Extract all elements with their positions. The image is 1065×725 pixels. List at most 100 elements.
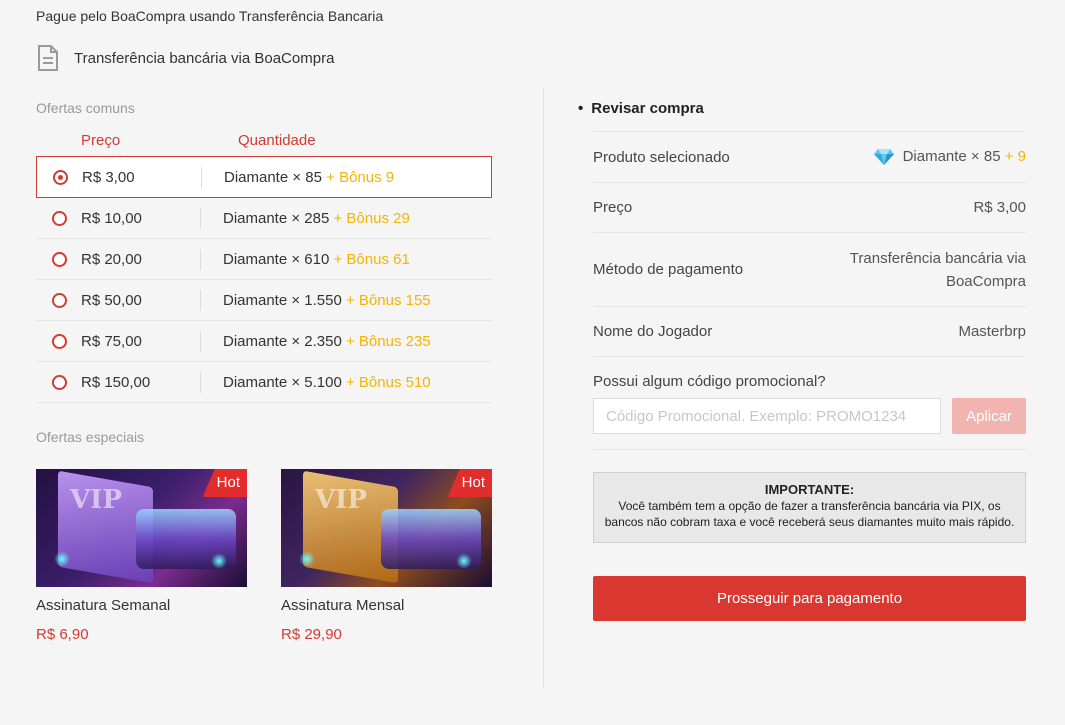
- offer-quantity: Diamante × 2.350 + Bônus 235: [223, 333, 431, 350]
- radio-unselected[interactable]: [52, 293, 67, 308]
- product-name: Diamante × 85: [902, 147, 1001, 165]
- column-divider: [200, 249, 201, 270]
- promo-controls: Aplicar: [593, 398, 1026, 434]
- offer-bonus: + Bônus 29: [333, 210, 410, 227]
- offer-bonus: + Bônus 155: [346, 292, 431, 309]
- review-rows: Produto selecionado Diamante × 85 + 9 Pr…: [593, 131, 1026, 621]
- offer-price: R$ 10,00: [81, 210, 142, 227]
- offer-diamonds: Diamante × 610: [223, 251, 330, 268]
- offer-price: R$ 3,00: [82, 169, 135, 186]
- offer-row[interactable]: R$ 20,00 Diamante × 610 + Bônus 61: [36, 239, 492, 280]
- glow-graphic: [211, 553, 227, 569]
- offer-diamonds: Diamante × 1.550: [223, 292, 342, 309]
- column-divider: [200, 290, 201, 311]
- offer-row[interactable]: R$ 75,00 Diamante × 2.350 + Bônus 235: [36, 321, 492, 362]
- promo-code-input[interactable]: [593, 398, 941, 434]
- price-label: Preço: [593, 199, 633, 216]
- offer-diamonds: Diamante × 2.350: [223, 333, 342, 350]
- vip-monthly-image[interactable]: VIP Hot: [281, 469, 492, 587]
- offer-card-weekly[interactable]: VIP Hot Assinatura Semanal R$ 6,90: [36, 469, 247, 643]
- card-price: R$ 6,90: [36, 626, 89, 643]
- offer-price: R$ 150,00: [81, 374, 151, 391]
- card-title[interactable]: Assinatura Semanal: [36, 597, 247, 614]
- common-offers-label: Ofertas comuns: [36, 100, 135, 116]
- price-value: R$ 3,00: [973, 199, 1026, 216]
- offer-quantity: Diamante × 610 + Bônus 61: [223, 251, 410, 268]
- column-divider: [201, 167, 202, 188]
- method-value: Transferência bancária via BoaCompra: [850, 247, 1026, 293]
- offer-diamonds: Diamante × 5.100: [223, 374, 342, 391]
- player-label: Nome do Jogador: [593, 323, 713, 340]
- method-value-line2: BoaCompra: [945, 272, 1026, 290]
- column-divider: [200, 208, 201, 229]
- special-offers: VIP Hot Assinatura Semanal R$ 6,90 VIP H…: [36, 469, 492, 643]
- hot-badge: Hot: [447, 469, 492, 497]
- promo-section: Possui algum código promocional? Aplicar: [593, 356, 1026, 450]
- review-title: Revisar compra: [591, 100, 704, 117]
- glow-graphic: [456, 553, 472, 569]
- product-bonus: + 9: [1004, 147, 1026, 165]
- radio-unselected[interactable]: [52, 334, 67, 349]
- offer-bonus: + Bônus 235: [346, 333, 431, 350]
- offers-panel: Ofertas comuns Preço Quantidade R$ 3,00 …: [36, 100, 492, 643]
- glow-graphic: [54, 551, 70, 567]
- glow-graphic: [299, 551, 315, 567]
- hot-badge: Hot: [202, 469, 247, 497]
- method-value-line1: Transferência bancária via: [849, 249, 1026, 267]
- offer-row[interactable]: R$ 3,00 Diamante × 85 + Bônus 9: [36, 156, 492, 198]
- product-label: Produto selecionado: [593, 148, 730, 166]
- player-value: Masterbrp: [958, 323, 1026, 340]
- payment-method: Transferência bancária via BoaCompra: [36, 44, 334, 72]
- promo-divider: [593, 449, 1026, 450]
- card-price: R$ 29,90: [281, 626, 342, 643]
- review-panel: • Revisar compra Produto selecionado Diam…: [578, 100, 1026, 621]
- vip-weekly-image[interactable]: VIP Hot: [36, 469, 247, 587]
- offer-row[interactable]: R$ 50,00 Diamante × 1.550 + Bônus 155: [36, 280, 492, 321]
- offer-price: R$ 50,00: [81, 292, 142, 309]
- column-divider: [543, 88, 544, 688]
- offer-quantity: Diamante × 5.100 + Bônus 510: [223, 374, 431, 391]
- apply-button[interactable]: Aplicar: [952, 398, 1026, 434]
- quantity-column-header: Quantidade: [238, 132, 316, 149]
- payment-method-label: Transferência bancária via BoaCompra: [74, 49, 335, 67]
- column-divider: [200, 331, 201, 352]
- player-row: Nome do Jogador Masterbrp: [593, 306, 1026, 356]
- promo-question: Possui algum código promocional?: [593, 373, 826, 390]
- radio-selected[interactable]: [53, 170, 68, 185]
- important-notice: IMPORTANTE: Você também tem a opção de f…: [593, 472, 1026, 543]
- offer-bonus: + Bônus 61: [333, 251, 410, 268]
- page-title: Pague pelo BoaCompra usando Transferênci…: [36, 8, 384, 24]
- offer-card-monthly[interactable]: VIP Hot Assinatura Mensal R$ 29,90: [281, 469, 492, 643]
- offer-row[interactable]: R$ 10,00 Diamante × 285 + Bônus 29: [36, 198, 492, 239]
- offer-bonus: + Bônus 510: [346, 374, 431, 391]
- card-title[interactable]: Assinatura Mensal: [281, 597, 492, 614]
- offer-price: R$ 20,00: [81, 251, 142, 268]
- offer-bonus: + Bônus 9: [326, 169, 395, 186]
- offer-quantity: Diamante × 1.550 + Bônus 155: [223, 292, 431, 309]
- product-value: Diamante × 85 + 9: [873, 148, 1026, 166]
- price-column-header: Preço: [81, 132, 121, 149]
- radio-unselected[interactable]: [52, 375, 67, 390]
- offer-diamonds: Diamante × 85: [224, 169, 322, 186]
- vip-logo-text: VIP: [70, 485, 122, 515]
- proceed-to-payment-button[interactable]: Prosseguir para pagamento: [593, 576, 1026, 621]
- special-offers-label: Ofertas especiais: [36, 429, 145, 445]
- bullet: •: [578, 100, 584, 117]
- offer-row[interactable]: R$ 150,00 Diamante × 5.100 + Bônus 510: [36, 362, 492, 403]
- offer-price: R$ 75,00: [81, 333, 142, 350]
- offer-quantity: Diamante × 285 + Bônus 29: [223, 210, 410, 227]
- column-divider: [200, 372, 201, 393]
- diamond-icon: [873, 148, 895, 166]
- price-row: Preço R$ 3,00: [593, 182, 1026, 232]
- offers-header: Preço Quantidade: [36, 120, 492, 156]
- offer-diamonds: Diamante × 285: [223, 210, 330, 227]
- vip-logo-text: VIP: [315, 485, 367, 515]
- method-label: Método de pagamento: [593, 261, 744, 278]
- review-heading: • Revisar compra: [578, 100, 1026, 117]
- radio-unselected[interactable]: [52, 252, 67, 267]
- offer-quantity: Diamante × 85 + Bônus 9: [224, 169, 394, 186]
- document-icon: [36, 44, 60, 72]
- important-text: Você também tem a opção de fazer a trans…: [604, 499, 1015, 529]
- product-row: Produto selecionado Diamante × 85 + 9: [593, 131, 1026, 182]
- radio-unselected[interactable]: [52, 211, 67, 226]
